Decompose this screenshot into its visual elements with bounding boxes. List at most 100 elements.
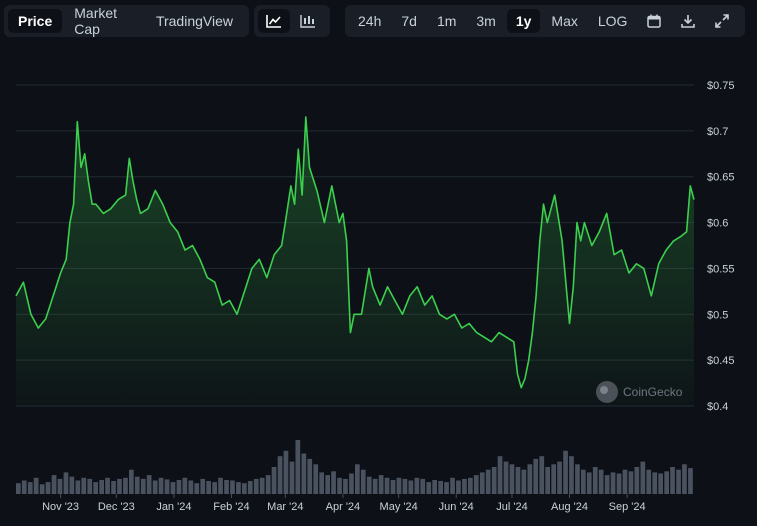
volume-bar [586, 472, 592, 494]
volume-bar [21, 480, 27, 494]
price-chart: $0.4 $0.45 $0.5 $0.55 $0.6 $0.65 $0.7 $0.75 Nov… [15, 80, 735, 513]
volume-bar [420, 478, 426, 494]
volume-bar [206, 481, 211, 494]
x-tick-label: Apr '24 [326, 501, 361, 513]
price-area-fill [16, 117, 694, 406]
y-tick-label: $0.4 [707, 401, 728, 413]
volume-bar [146, 475, 152, 494]
volume-bar [682, 464, 687, 494]
volume-bar [592, 467, 598, 494]
volume-bar [259, 477, 265, 494]
volume-bar [408, 480, 414, 494]
volume-bar [598, 469, 604, 494]
volume-bar [640, 461, 646, 494]
x-tick-label: Jan '24 [156, 501, 191, 513]
volume-bar [390, 480, 396, 494]
y-tick-label: $0.75 [707, 80, 735, 92]
volume-bar [450, 477, 455, 494]
volume-bar [491, 467, 497, 494]
y-tick-label: $0.55 [707, 263, 735, 275]
volume-bar [45, 482, 51, 494]
volume-bar [81, 477, 87, 494]
volume-bar [75, 480, 81, 494]
volume-bar [129, 469, 134, 494]
volume-bar [473, 475, 479, 494]
volume-bar [337, 477, 342, 494]
volume-bar [140, 478, 146, 494]
volume-bar [557, 461, 562, 494]
x-tick-label: Feb '24 [213, 501, 249, 513]
volume-bar [622, 469, 628, 494]
volume-bar [224, 480, 229, 494]
volume-bar [628, 471, 634, 494]
volume-bar [289, 461, 295, 494]
volume-bar [539, 456, 545, 494]
volume-bar [521, 469, 527, 494]
volume-bar [325, 475, 330, 494]
volume-bar [432, 480, 437, 494]
volume-bar [366, 476, 372, 494]
volume-bar [658, 473, 663, 494]
volume-bar [402, 478, 408, 494]
x-tick-label: Aug '24 [551, 501, 588, 513]
volume-bar [271, 467, 277, 494]
volume-bar [479, 472, 485, 494]
volume-bar [497, 456, 503, 494]
volume-bar [515, 467, 521, 494]
volume-bar [396, 477, 402, 494]
volume-bar [57, 478, 63, 494]
y-tick-label: $0.7 [707, 126, 728, 138]
volume-bar [194, 483, 200, 494]
volume-bar [604, 475, 610, 494]
watermark-text: CoinGecko [623, 385, 683, 399]
volume-bar [676, 469, 681, 494]
volume-bar [117, 478, 122, 494]
volume-bar [313, 464, 319, 494]
volume-bar [384, 477, 390, 494]
volume-bar [307, 458, 313, 494]
volume-bar [295, 440, 301, 494]
volume-bar [27, 482, 33, 494]
volume-bar [99, 480, 104, 494]
x-tick-label: Jun '24 [439, 501, 474, 513]
x-tick-label: Dec '23 [98, 501, 135, 513]
volume-bar [16, 483, 21, 494]
volume-bar [438, 481, 443, 494]
x-tick-label: Mar '24 [267, 501, 303, 513]
volume-bar [212, 482, 217, 494]
volume-bar [569, 456, 574, 494]
volume-bar [283, 450, 289, 494]
volume-bar [468, 477, 473, 494]
volume-bar [414, 477, 420, 494]
volume-bar [545, 467, 550, 494]
volume-bar [563, 450, 568, 494]
volume-bar [527, 464, 533, 494]
volume-bar [319, 472, 324, 494]
y-tick-label: $0.5 [707, 309, 728, 321]
volume-bar [152, 480, 158, 494]
volume-bar [378, 475, 384, 494]
volume-bar [51, 475, 57, 494]
y-tick-label: $0.6 [707, 218, 728, 230]
volume-bar [253, 478, 259, 494]
y-tick-label: $0.65 [707, 172, 735, 184]
volume-bar [200, 478, 206, 494]
volume-bar [688, 468, 693, 494]
volume-bar [581, 469, 586, 494]
volume-bar [164, 479, 170, 494]
volume-bar [426, 482, 432, 494]
volume-bar [242, 483, 247, 494]
volume-bar [444, 482, 449, 494]
volume-bar [111, 481, 116, 494]
volume-bar [646, 469, 652, 494]
volume-bar [93, 482, 98, 494]
volume-bar [69, 476, 75, 494]
volume-bar [509, 464, 515, 494]
volume-bars [16, 440, 693, 494]
volume-bar [456, 480, 461, 494]
volume-bar [462, 478, 467, 494]
volume-bar [176, 480, 182, 494]
volume-bar [218, 477, 223, 494]
x-tick-label: Nov '23 [42, 501, 79, 513]
volume-bar [503, 461, 509, 494]
